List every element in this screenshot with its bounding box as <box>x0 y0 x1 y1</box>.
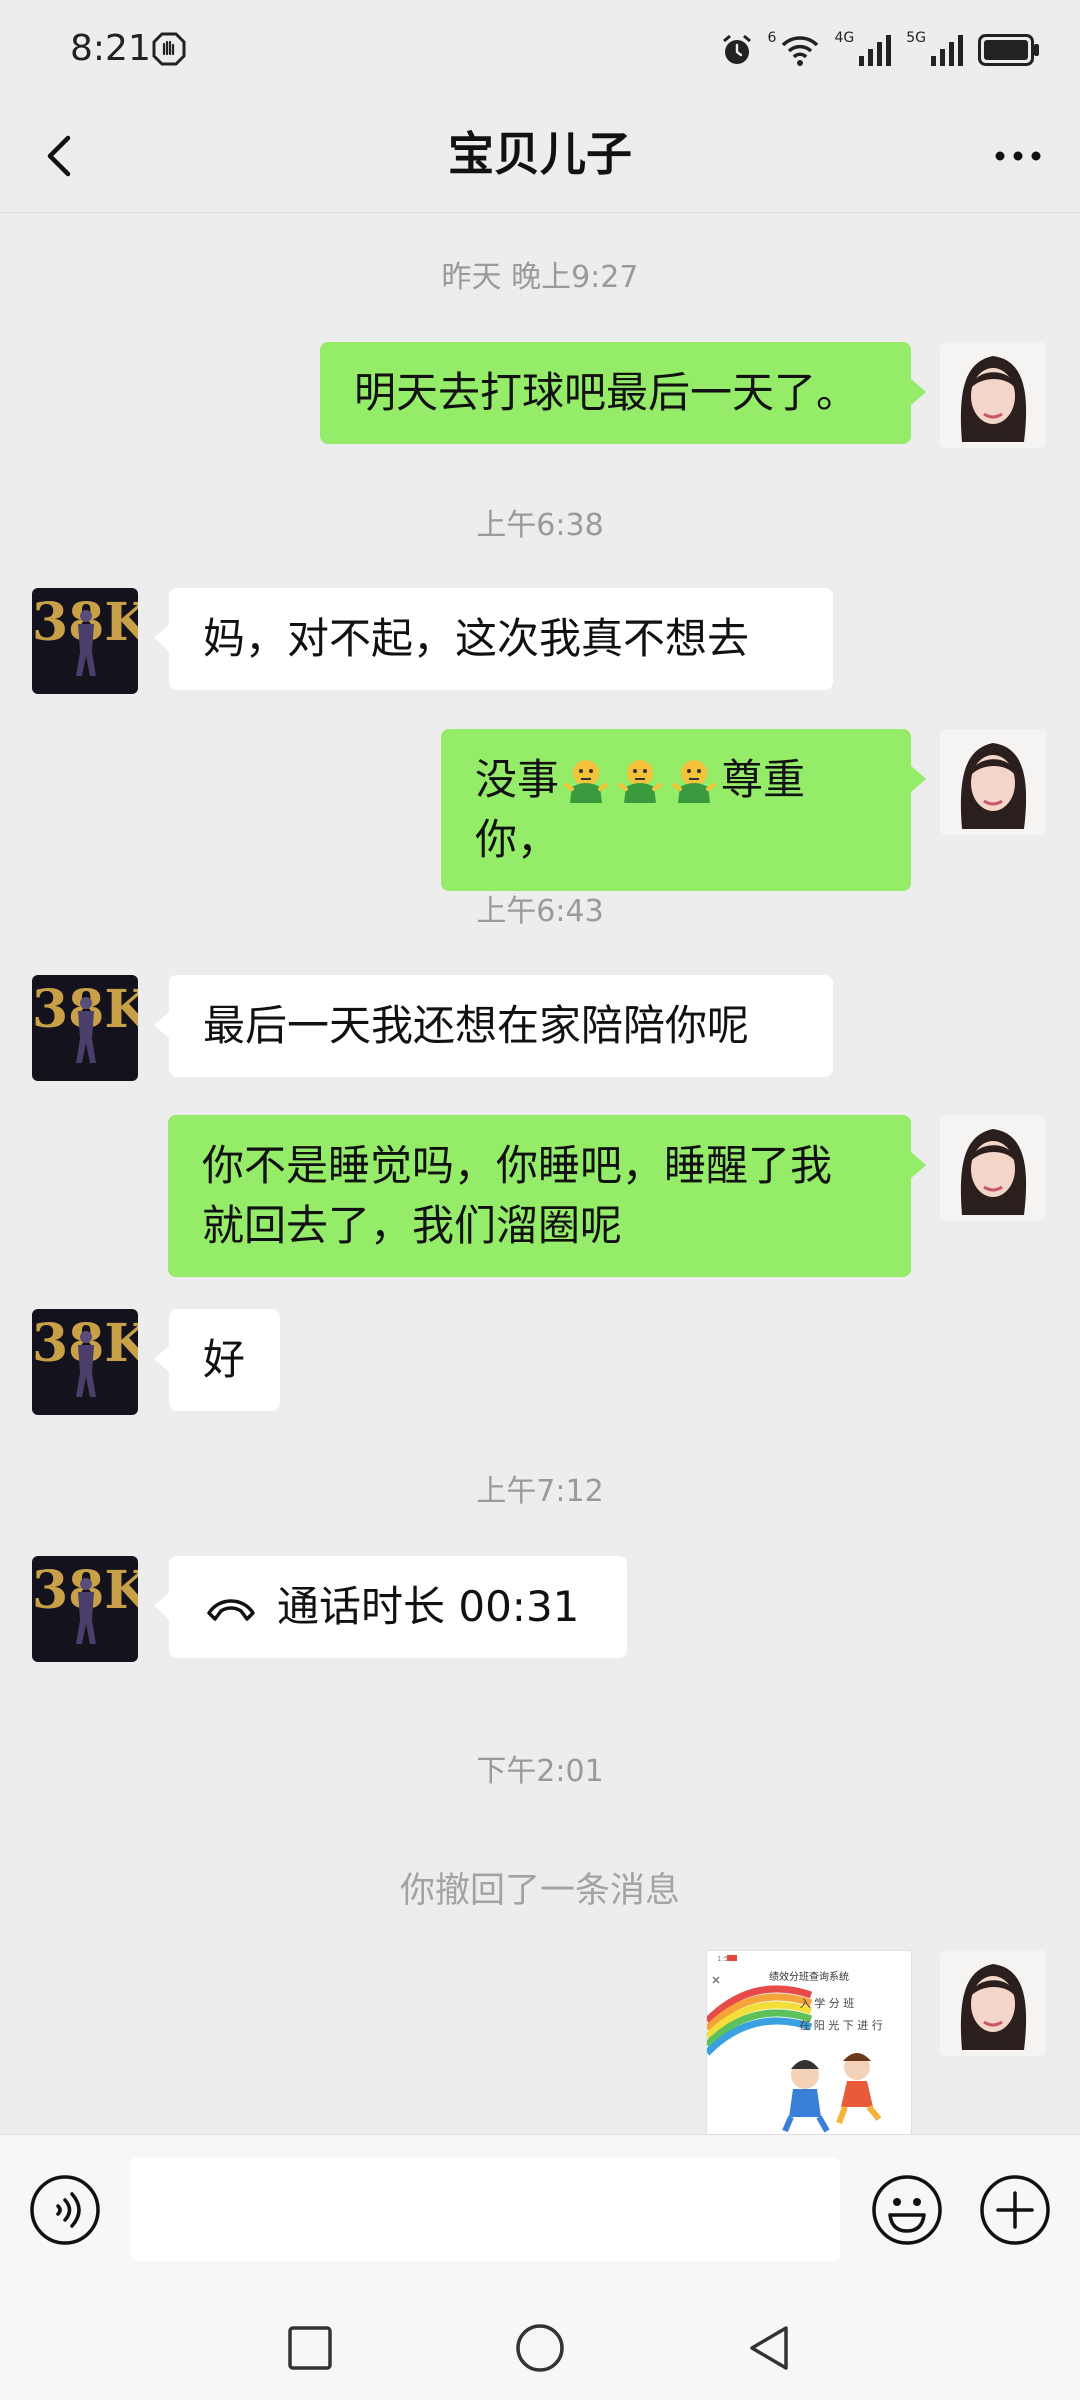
call-record-bubble[interactable]: 通话时长 00:31 <box>154 1556 627 1658</box>
status-bar: 8:21 6 4G 5G <box>0 0 1080 100</box>
message-line: 就回去了，我们溜圈呢 <box>202 1201 623 1250</box>
voice-input-icon[interactable] <box>28 2173 102 2247</box>
message-text: 没事 <box>475 755 560 804</box>
thumb-line2: 在 阳 光 下 进 行 <box>799 2018 882 2032</box>
timestamp: 上午7:12 <box>476 1474 604 1509</box>
avatar-contact[interactable]: 38K <box>32 975 138 1081</box>
emoji-shrug-icon <box>564 759 609 803</box>
battery-icon <box>978 34 1039 66</box>
avatar-contact[interactable]: 38K <box>32 1309 138 1415</box>
player-silhouette-icon <box>76 997 96 1063</box>
message-input[interactable] <box>130 2157 840 2261</box>
status-icons: 6 4G 5G <box>720 28 1040 72</box>
timestamp: 上午6:43 <box>476 894 604 929</box>
thumb-title: 绩效分班查询系统 <box>769 1970 849 1983</box>
more-options-icon[interactable] <box>986 124 1050 188</box>
image-thumbnail: 1:58 绩效分班查询系统 入 学 分 班 在 阳 光 下 进 行 <box>707 1951 911 2135</box>
mom-avatar-image <box>940 342 1046 448</box>
status-time: 8:21 <box>70 28 151 69</box>
player-silhouette-icon <box>76 610 96 676</box>
timestamp: 下午2:01 <box>476 1754 604 1789</box>
input-bar <box>0 2134 1080 2297</box>
mom-avatar-image <box>940 729 1046 835</box>
emoji-shrug-icon <box>672 759 717 803</box>
mom-avatar-image <box>940 1115 1046 1221</box>
chat-title: 宝贝儿子 <box>448 127 632 181</box>
player-silhouette-icon <box>76 1578 96 1644</box>
avatar-self[interactable] <box>940 342 1046 448</box>
message-line: 你不是睡觉吗，你睡吧，睡醒了我 <box>202 1141 833 1190</box>
recent-apps-icon[interactable] <box>280 2318 340 2378</box>
phone-hangup-icon <box>207 1599 255 1621</box>
thumb-line1: 入 学 分 班 <box>800 1996 855 2010</box>
network-5g-label: 5G <box>906 30 926 46</box>
avatar-self[interactable] <box>940 729 1046 835</box>
wifi-label: 6 <box>767 30 777 46</box>
call-duration-text: 通话时长 00:31 <box>277 1582 580 1631</box>
back-nav-icon[interactable] <box>740 2318 800 2378</box>
wifi-icon <box>782 36 819 66</box>
timestamp: 昨天 晚上9:27 <box>441 260 639 295</box>
emoji-icon[interactable] <box>870 2173 944 2247</box>
recall-notice: 你撤回了一条消息 <box>399 1871 680 1911</box>
mom-avatar-image <box>940 1950 1046 2056</box>
plus-icon[interactable] <box>978 2173 1052 2247</box>
player-silhouette-icon <box>76 1331 96 1397</box>
signal-icon-2 <box>931 35 963 66</box>
avatar-contact[interactable]: 38K <box>32 588 138 694</box>
avatar-contact[interactable]: 38K <box>32 1556 138 1662</box>
timestamp: 上午6:38 <box>476 508 604 543</box>
network-4g-label: 4G <box>834 30 855 46</box>
signal-icon-1 <box>859 35 892 66</box>
alarm-icon <box>722 34 751 64</box>
image-message[interactable]: 1:58 绩效分班查询系统 入 学 分 班 在 阳 光 下 进 行 <box>706 1950 912 2136</box>
home-icon[interactable] <box>510 2318 570 2378</box>
message-bubble-out[interactable]: 明天去打球吧最后一天了。 <box>320 342 926 444</box>
avatar-self[interactable] <box>940 1950 1046 2056</box>
message-bubble-in[interactable]: 最后一天我还想在家陪陪你呢 <box>154 975 833 1077</box>
avatar-self[interactable] <box>940 1115 1046 1221</box>
message-bubble-in[interactable]: 好 <box>154 1309 280 1411</box>
message-bubble-out[interactable]: 你不是睡觉吗，你睡吧，睡醒了我 就回去了，我们溜圈呢 <box>168 1115 926 1277</box>
emoji-shrug-icon <box>618 759 663 803</box>
chat-header: 宝贝儿子 <box>0 100 1080 213</box>
gesture-icon <box>152 32 186 66</box>
system-nav-bar <box>0 2296 1080 2400</box>
message-bubble-out[interactable]: 没事 尊重你， <box>441 729 926 891</box>
message-bubble-in[interactable]: 妈，对不起，这次我真不想去 <box>154 588 833 690</box>
